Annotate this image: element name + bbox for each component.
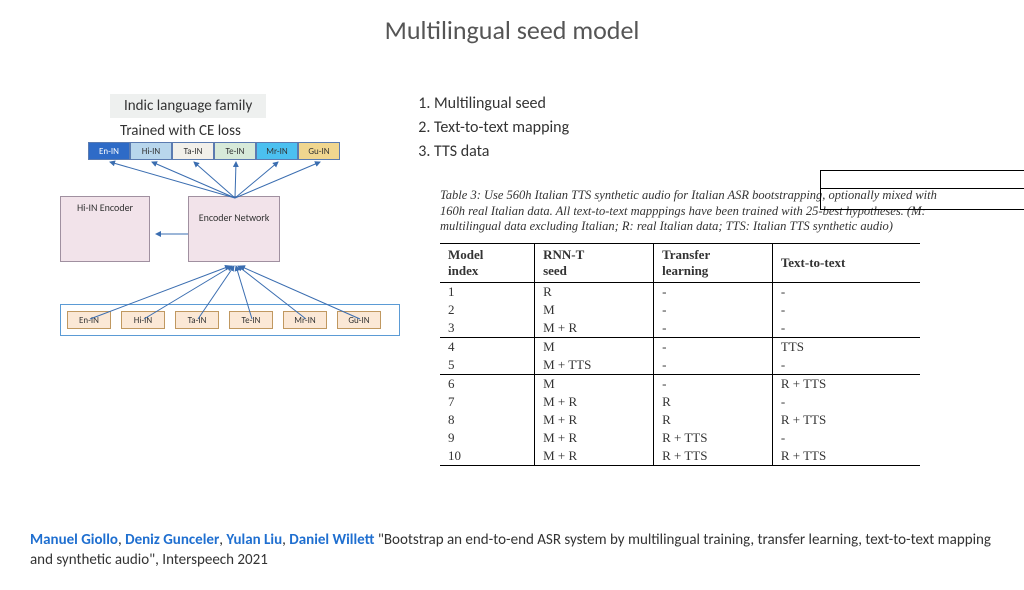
lang-box: Ta-IN xyxy=(172,142,214,160)
encoder-network-box: Encoder Network xyxy=(188,196,280,262)
table-cell: R + TTS xyxy=(772,411,920,429)
input-lang-row: En-IN Hi-IN Ta-IN Te-IN Mr-IN Gu-IN xyxy=(60,304,400,336)
lang-box: Te-IN xyxy=(214,142,256,160)
ce-loss-label: Trained with CE loss xyxy=(120,122,400,140)
table-cell: M + R xyxy=(535,393,654,411)
author-link: Manuel Giollo xyxy=(30,531,118,549)
table-cell: - xyxy=(654,374,773,393)
table-cell: 8 xyxy=(440,411,535,429)
table-cell: 7 xyxy=(440,393,535,411)
table-cell: - xyxy=(654,337,773,356)
list-item: Multilingual seed xyxy=(434,92,970,116)
table-row: 9M + RR + TTS-0.56 xyxy=(440,429,920,447)
table-header: RNN-Tseed xyxy=(535,243,654,282)
table-cell: R xyxy=(535,282,654,301)
right-content: Multilingual seed Text-to-text mapping T… xyxy=(410,92,970,466)
table-cell: 10 xyxy=(440,447,535,466)
table-cell: M xyxy=(535,337,654,356)
table-cell: 2 xyxy=(440,301,535,319)
lang-box: Mr-IN xyxy=(256,142,298,160)
table-row: 10M + RR + TTSR + TTS0.54 xyxy=(440,447,920,466)
citation: Manuel Giollo, Deniz Gunceler, Yulan Liu… xyxy=(30,530,994,571)
author-link: Yulan Liu xyxy=(226,531,282,549)
table-row: 5M + TTS--2.41 xyxy=(440,356,920,375)
author-link: Deniz Gunceler xyxy=(125,531,219,549)
table-row: 2M--2.76 xyxy=(440,301,920,319)
table-row: 3M + R--1.80 xyxy=(440,319,920,338)
table-cell: M + R xyxy=(535,411,654,429)
table-cell: - xyxy=(772,356,920,375)
table-cell: - xyxy=(654,282,773,301)
table-row: 4M-TTS2.43 xyxy=(440,337,920,356)
table-cell: TTS xyxy=(772,337,920,356)
table-cell: M xyxy=(535,374,654,393)
table-row: 8M + RRR + TTS0.65 xyxy=(440,411,920,429)
slide-title: Multilingual seed model xyxy=(0,14,1024,46)
table-header: Transferlearning xyxy=(654,243,773,282)
table-cell: - xyxy=(772,319,920,338)
table-cell: 0.54 xyxy=(820,170,1024,189)
results-table: ModelindexRNN-TseedTransferlearningText-… xyxy=(440,243,920,466)
table-cell: R + TTS xyxy=(654,447,773,466)
table-cell: 1 xyxy=(440,282,535,301)
table-cell: - xyxy=(772,301,920,319)
table-cell: R + TTS xyxy=(654,429,773,447)
hi-encoder-box: Hi-IN Encoder xyxy=(60,196,150,262)
lang-box: Te-IN xyxy=(229,311,273,329)
table-cell: M + R xyxy=(535,447,654,466)
table-header: Text-to-text xyxy=(772,243,920,282)
lang-box: En-IN xyxy=(67,311,111,329)
table-cell: - xyxy=(654,319,773,338)
table-cell: R + TTS xyxy=(772,374,920,393)
table-row: 1R--1.00 xyxy=(440,282,920,301)
table-row: 7M + RR-0.72 xyxy=(440,393,920,411)
table-cell: 6 xyxy=(440,374,535,393)
table-cell: M xyxy=(535,301,654,319)
lang-box: Gu-IN xyxy=(298,142,340,160)
table-cell: R + TTS xyxy=(772,447,920,466)
table-cell: - xyxy=(772,393,920,411)
diagram-area: Indic language family Trained with CE lo… xyxy=(60,94,400,336)
table-header-row: ModelindexRNN-TseedTransferlearningText-… xyxy=(440,243,920,282)
table-cell: - xyxy=(654,356,773,375)
output-lang-row: En-IN Hi-IN Ta-IN Te-IN Mr-IN Gu-IN xyxy=(88,142,400,160)
table-cell: - xyxy=(654,301,773,319)
table-cell: - xyxy=(772,282,920,301)
family-label: Indic language family xyxy=(110,94,266,118)
table-cell: 5 xyxy=(440,356,535,375)
table-cell: 9 xyxy=(440,429,535,447)
table-row: 6M-R + TTS1.61 xyxy=(440,374,920,393)
lang-box: Hi-IN xyxy=(121,311,165,329)
table-cell: R xyxy=(654,411,773,429)
list-item: Text-to-text mapping xyxy=(434,116,970,140)
lang-box: Gu-IN xyxy=(337,311,381,329)
lang-box: Hi-IN xyxy=(130,142,172,160)
list-item: TTS data xyxy=(434,140,970,164)
table-cell: - xyxy=(772,429,920,447)
table-cell: 4 xyxy=(440,337,535,356)
table-header: Modelindex xyxy=(440,243,535,282)
lang-box: Ta-IN xyxy=(175,311,219,329)
bullet-list: Multilingual seed Text-to-text mapping T… xyxy=(434,92,970,164)
table-cell: M + R xyxy=(535,429,654,447)
author-link: Daniel Willett xyxy=(289,531,374,549)
table-cell: M + TTS xyxy=(535,356,654,375)
table-cell: R xyxy=(654,393,773,411)
lang-box: Mr-IN xyxy=(283,311,327,329)
lang-box: En-IN xyxy=(88,142,130,160)
table-cell: 3 xyxy=(440,319,535,338)
table-cell: M + R xyxy=(535,319,654,338)
